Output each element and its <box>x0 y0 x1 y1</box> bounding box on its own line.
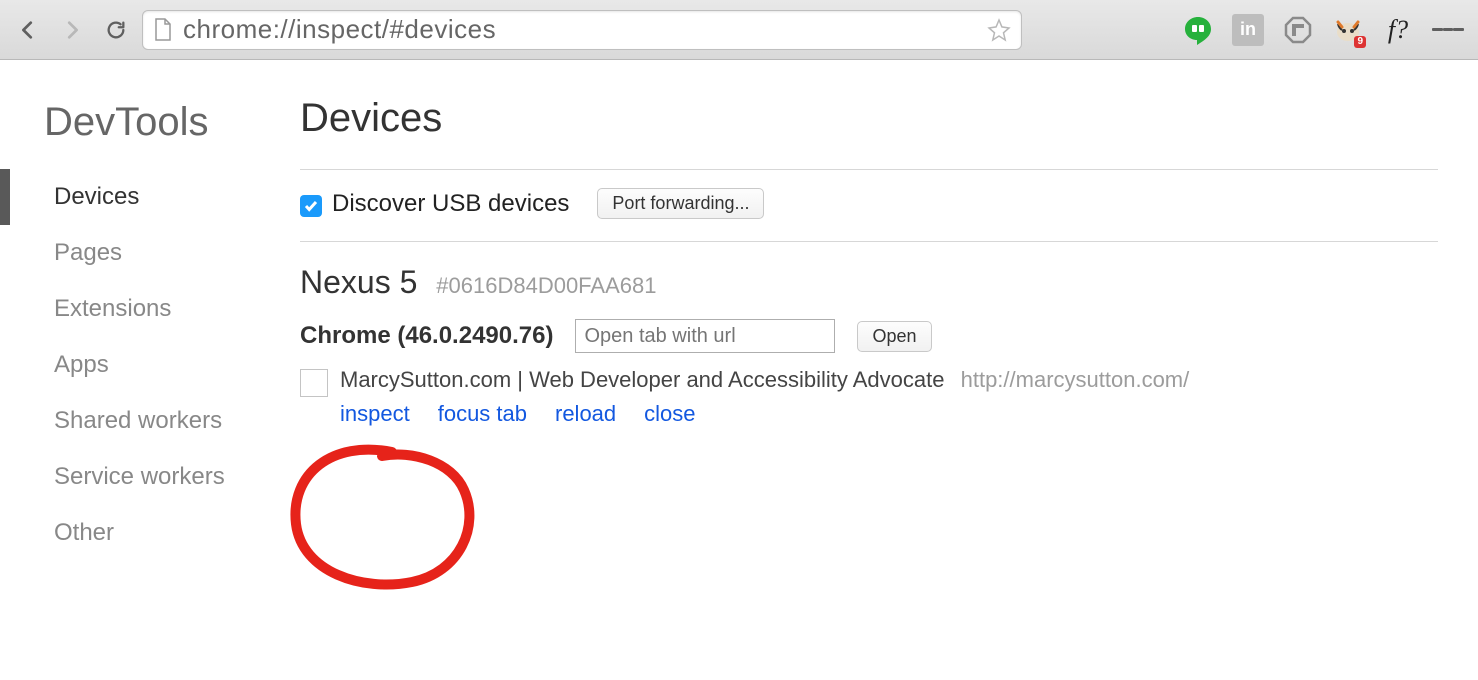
divider <box>300 241 1438 242</box>
divider <box>300 169 1438 170</box>
bookmark-star-icon[interactable] <box>987 18 1011 42</box>
discover-usb-label: Discover USB devices <box>332 190 569 217</box>
sidebar-item-pages[interactable]: Pages <box>0 225 300 281</box>
open-tab-url-input[interactable] <box>575 319 835 353</box>
focus-tab-link[interactable]: focus tab <box>438 401 527 427</box>
discover-row: Discover USB devices Port forwarding... <box>300 188 1438 219</box>
discover-usb-checkbox[interactable]: Discover USB devices <box>300 190 569 218</box>
sidebar-item-shared-workers[interactable]: Shared workers <box>0 393 300 449</box>
adblock-icon[interactable] <box>1282 14 1314 46</box>
main-content: Devices Discover USB devices Port forwar… <box>300 60 1478 680</box>
tab-actions: inspect focus tab reload close <box>340 401 1189 427</box>
inspect-link[interactable]: inspect <box>340 401 410 427</box>
browser-row: Chrome (46.0.2490.76) Open <box>300 319 1438 353</box>
open-button[interactable]: Open <box>857 321 931 352</box>
browser-label: Chrome (46.0.2490.76) <box>300 322 553 350</box>
address-bar[interactable] <box>142 10 1022 50</box>
sidebar: DevTools Devices Pages Extensions Apps S… <box>0 60 300 680</box>
back-button[interactable] <box>10 12 46 48</box>
hangouts-icon[interactable] <box>1182 14 1214 46</box>
extensions-row: in 9 f? <box>1030 14 1468 46</box>
page-title: Devices <box>300 96 1438 141</box>
tab-title: MarcySutton.com | Web Developer and Acce… <box>340 367 944 392</box>
reload-link[interactable]: reload <box>555 401 616 427</box>
hamburger-menu-icon[interactable] <box>1432 14 1464 46</box>
checkbox-checked-icon <box>300 195 322 217</box>
whatfont-icon[interactable]: f? <box>1382 14 1414 46</box>
browser-toolbar: in 9 f? <box>0 0 1478 60</box>
favicon-placeholder-icon <box>300 369 328 397</box>
linkedin-icon[interactable]: in <box>1232 14 1264 46</box>
remote-tab-entry: MarcySutton.com | Web Developer and Acce… <box>300 367 1438 427</box>
forward-button[interactable] <box>54 12 90 48</box>
sidebar-title: DevTools <box>0 100 300 169</box>
sidebar-item-devices[interactable]: Devices <box>0 169 300 225</box>
device-heading: Nexus 5 #0616D84D00FAA681 <box>300 264 1438 301</box>
sidebar-item-service-workers[interactable]: Service workers <box>0 449 300 505</box>
badge-count: 9 <box>1354 36 1366 48</box>
port-forwarding-button[interactable]: Port forwarding... <box>597 188 764 219</box>
privacy-badger-icon[interactable]: 9 <box>1332 14 1364 46</box>
device-name: Nexus 5 <box>300 264 417 300</box>
page-body: DevTools Devices Pages Extensions Apps S… <box>0 60 1478 680</box>
device-serial: #0616D84D00FAA681 <box>436 273 656 298</box>
sidebar-item-apps[interactable]: Apps <box>0 337 300 393</box>
url-input[interactable] <box>183 14 977 45</box>
close-link[interactable]: close <box>644 401 695 427</box>
reload-button[interactable] <box>98 12 134 48</box>
tab-url: http://marcysutton.com/ <box>961 367 1190 392</box>
sidebar-item-extensions[interactable]: Extensions <box>0 281 300 337</box>
sidebar-item-other[interactable]: Other <box>0 505 300 561</box>
page-icon <box>153 18 173 42</box>
